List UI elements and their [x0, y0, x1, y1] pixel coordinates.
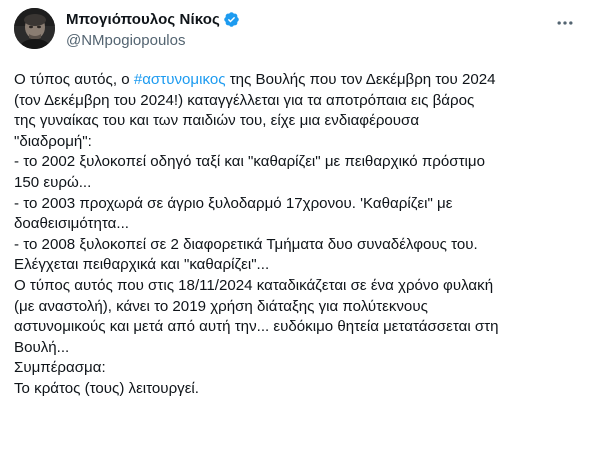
tweet: Μπογιόπουλος Νίκος @NMpogiopoulos Ο τύπο…: [0, 0, 597, 459]
hashtag-link[interactable]: #αστυνομικος: [134, 71, 226, 88]
avatar-image: [14, 8, 55, 49]
tweet-line: (με αναστολή), κάνει το 2019 χρήση διάτα…: [14, 297, 428, 315]
author-handle[interactable]: @NMpogiopoulos: [66, 32, 240, 49]
display-name[interactable]: Μπογιόπουλος Νίκος: [66, 11, 220, 28]
tweet-line: δοαθεισιμότητα...: [14, 215, 129, 233]
tweet-line: (τον Δεκέμβρη του 2024!) καταγγέλλεται γ…: [14, 91, 475, 109]
tweet-line-first: Ο τύπος αυτός, ο #αστυνομικος της Βουλής…: [14, 70, 579, 91]
tweet-line: 150 ευρώ...: [14, 173, 92, 191]
tweet-line: - το 2008 ξυλοκοπεί σε 2 διαφορετικά Τμή…: [14, 235, 478, 253]
tweet-line: "διαδρομή":: [14, 132, 92, 150]
avatar[interactable]: [14, 8, 55, 49]
tweet-line: αστυνομικούς και μετά από αυτή την... ευ…: [14, 318, 499, 336]
tweet-line: - το 2002 ξυλοκοπεί οδηγό ταξί και "καθα…: [14, 153, 485, 171]
tweet-line: της γυναίκας του και των παιδιών του, εί…: [14, 112, 420, 130]
tweet-line: Το κράτος (τους) λειτουργεί.: [14, 379, 199, 397]
more-horizontal-icon: [557, 21, 573, 25]
tweet-line: Ελέγχεται πειθαρχικά και "καθαρίζει"...: [14, 256, 270, 274]
tweet-line: - το 2003 προχωρά σε άγριο ξυλοδαρμό 17χ…: [14, 194, 453, 212]
author-names: Μπογιόπουλος Νίκος @NMpogiopoulos: [66, 9, 240, 49]
verified-badge-icon: [223, 11, 240, 28]
tweet-line: Ο τύπος αυτός που στις 18/11/2024 καταδι…: [14, 276, 494, 294]
tweet-header: Μπογιόπουλος Νίκος @NMpogiopoulos: [14, 7, 585, 59]
tweet-text-segment: της Βουλής που τον Δεκέμβρη του 2024: [225, 71, 496, 88]
display-name-row: Μπογιόπουλος Νίκος: [66, 9, 240, 29]
more-options-button[interactable]: [553, 13, 577, 33]
tweet-text: Ο τύπος αυτός, ο #αστυνομικος της Βουλής…: [14, 70, 579, 400]
tweet-text-segment: Ο τύπος αυτός, ο: [14, 71, 134, 88]
tweet-line: Συμπέρασμα:: [14, 359, 106, 377]
tweet-line: Βουλή...: [14, 338, 70, 356]
